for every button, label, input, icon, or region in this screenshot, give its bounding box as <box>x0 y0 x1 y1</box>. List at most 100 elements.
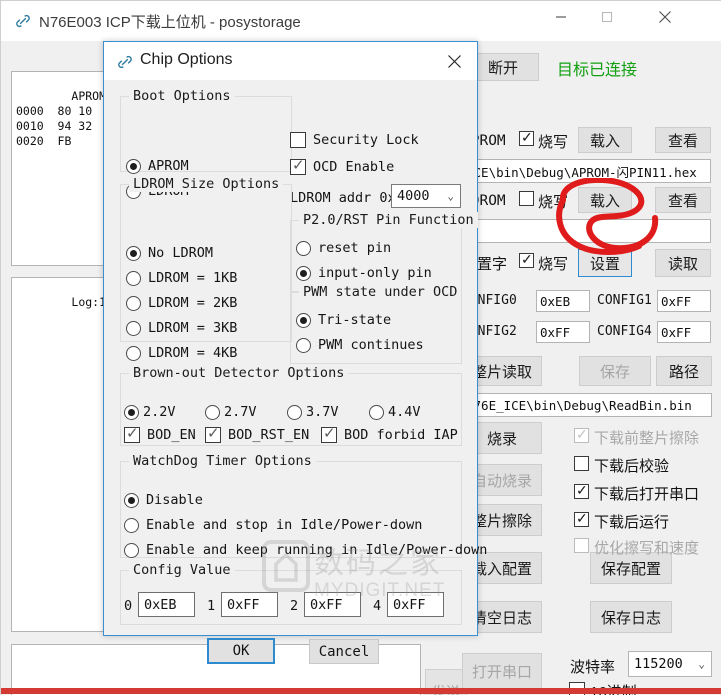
bod-rst-en-checkbox[interactable]: ✓ <box>205 425 221 443</box>
config-value-input-0[interactable]: 0xEB <box>138 592 195 617</box>
config-value-input-2[interactable]: 0xFF <box>304 592 361 617</box>
maximize-button[interactable] <box>584 1 630 33</box>
connection-status: 目标已连接 <box>557 62 638 79</box>
pin-function-title: P2.0/RST Pin Function <box>299 212 478 228</box>
radio-input-only-pin[interactable]: input-only pin <box>296 265 432 281</box>
radio-ldrom-3kb[interactable]: LDROM = 3KB <box>126 320 237 336</box>
radio-bod-3-7v[interactable]: 3.7V <box>287 404 339 420</box>
radio-wdt-stop-idle[interactable]: Enable and stop in Idle/Power-down <box>124 517 422 533</box>
option-run-after-checkbox[interactable]: ✓ <box>574 511 589 527</box>
dialog-close-button[interactable] <box>437 47 471 75</box>
bod-en-checkbox-row[interactable]: ✓ BOD_EN <box>124 425 196 443</box>
check-icon: ✓ <box>126 425 139 442</box>
cancel-button[interactable]: Cancel <box>309 639 379 664</box>
radio-indicator <box>126 295 141 311</box>
radio-reset-pin[interactable]: reset pin <box>296 240 391 256</box>
dialog-title-bar: Chip Options <box>104 42 477 80</box>
radio-ldrom-1kb[interactable]: LDROM = 1KB <box>126 270 237 286</box>
ocd-enable-checkbox-row[interactable]: ✓ OCD Enable <box>290 158 394 175</box>
option-open-serial-after-checkbox[interactable]: ✓ <box>574 483 589 499</box>
config-value-input-1[interactable]: 0xFF <box>221 592 278 617</box>
watchdog-title: WatchDog Timer Options <box>129 453 316 469</box>
aprom-load-button[interactable]: 载入 <box>578 127 632 153</box>
radio-tri-state[interactable]: Tri-state <box>296 312 391 328</box>
radio-ldrom-none[interactable]: No LDROM <box>126 245 213 261</box>
baud-rate-select[interactable]: 115200 ⌄ <box>628 651 712 677</box>
option-erase-before-label: 下载前整片擦除 <box>594 430 700 447</box>
config4-input[interactable]: 0xFF <box>657 321 711 343</box>
radio-wdt-disable[interactable]: Disable <box>124 492 203 508</box>
radio-ldrom-2kb[interactable]: LDROM = 2KB <box>126 295 237 311</box>
aprom-path-input[interactable]: ICE\bin\Debug\APROM-闪PIN11.hex <box>462 159 711 183</box>
radio-bod-2-2v[interactable]: 2.2V <box>124 404 176 420</box>
aprom-burn-label: 烧写 <box>538 134 569 151</box>
radio-indicator <box>126 245 141 261</box>
open-serial-button: 打开串口 <box>462 653 542 689</box>
config1-input[interactable]: 0xFF <box>657 290 711 312</box>
config2-input[interactable]: 0xFF <box>536 321 590 343</box>
option-verify-after-checkbox[interactable] <box>574 456 589 471</box>
config-value-index-2: 2 <box>290 598 299 614</box>
path-button[interactable]: 路径 <box>656 356 712 386</box>
readbin-path-input[interactable]: N76E_ICE\bin\Debug\ReadBin.bin <box>462 393 712 417</box>
ldrom-load-button[interactable]: 载入 <box>578 187 632 213</box>
aprom-view-button[interactable]: 查看 <box>655 127 711 153</box>
security-lock-checkbox[interactable] <box>290 132 306 148</box>
bod-forbid-iap-checkbox-row[interactable]: ✓ BOD forbid IAP <box>321 426 458 443</box>
radio-ldrom-4kb[interactable]: LDROM = 4KB <box>126 345 237 361</box>
aprom-burn-checkbox[interactable]: ✓ <box>519 130 534 146</box>
config-read-button[interactable]: 读取 <box>655 249 711 277</box>
baud-rate-value: 115200 <box>634 656 683 672</box>
close-button[interactable] <box>642 1 688 33</box>
config-set-button[interactable]: 设置 <box>578 249 632 277</box>
bod-en-label: BOD_EN <box>147 427 196 443</box>
ocd-enable-checkbox[interactable]: ✓ <box>290 158 306 175</box>
radio-indicator <box>124 542 139 558</box>
bod-rst-en-label: BOD_RST_EN <box>228 427 310 443</box>
dialog-body: Boot Options APROM LDROM Security Lock ✓… <box>104 80 487 664</box>
chevron-down-icon: ⌄ <box>698 657 705 671</box>
chevron-down-icon: ⌄ <box>447 189 454 203</box>
config0-input[interactable]: 0xEB <box>536 290 590 312</box>
radio-ldrom-2kb-label: LDROM = 2KB <box>148 295 238 311</box>
ldrom-burn-label: 烧写 <box>538 194 569 211</box>
option-run-after-label: 下载后运行 <box>594 514 670 531</box>
window-title: N76E003 ICP下载上位机 - posystorage <box>39 14 301 31</box>
radio-bod-2-7v[interactable]: 2.7V <box>205 404 257 420</box>
minimize-button[interactable] <box>538 1 584 33</box>
config-burn-checkbox[interactable]: ✓ <box>519 252 534 268</box>
ldrom-view-button[interactable]: 查看 <box>655 187 711 213</box>
radio-indicator <box>124 517 139 533</box>
baud-rate-label: 波特率 <box>570 659 616 676</box>
check-icon: ✓ <box>207 425 220 442</box>
option-open-serial-after-label: 下载后打开串口 <box>594 486 700 503</box>
radio-indicator <box>369 404 384 420</box>
option-erase-before-checkbox: ✓ <box>574 427 589 443</box>
title-bar: N76E003 ICP下载上位机 - posystorage <box>1 1 721 41</box>
radio-indicator <box>124 492 139 508</box>
radio-indicator <box>296 265 311 281</box>
save-button: 保存 <box>579 356 651 386</box>
security-lock-checkbox-row[interactable]: Security Lock <box>290 132 419 148</box>
ok-button[interactable]: OK <box>207 638 275 664</box>
save-log-button[interactable]: 保存日志 <box>590 601 672 633</box>
ldrom-burn-checkbox[interactable] <box>519 191 534 206</box>
config1-label: CONFIG1 <box>597 293 652 308</box>
bod-forbid-iap-checkbox[interactable]: ✓ <box>321 426 337 443</box>
config-value-input-4[interactable]: 0xFF <box>387 592 444 617</box>
radio-bod-2-2v-label: 2.2V <box>143 404 176 420</box>
radio-tri-state-label: Tri-state <box>318 312 392 328</box>
pin-function-group: P2.0/RST Pin Function <box>290 212 478 292</box>
radio-pwm-continues[interactable]: PWM continues <box>296 337 424 353</box>
link-icon <box>14 12 32 30</box>
bod-en-checkbox[interactable]: ✓ <box>124 425 140 443</box>
ldrom-path-input[interactable] <box>462 219 711 243</box>
ldrom-addr-select[interactable]: 4000 ⌄ <box>391 184 461 208</box>
config-value-title: Config Value <box>129 562 235 578</box>
radio-ldrom-3kb-label: LDROM = 3KB <box>148 320 238 336</box>
radio-ldrom-1kb-label: LDROM = 1KB <box>148 270 238 286</box>
bod-rst-en-checkbox-row[interactable]: ✓ BOD_RST_EN <box>205 425 310 443</box>
radio-wdt-keep-running[interactable]: Enable and keep running in Idle/Power-do… <box>124 542 487 558</box>
radio-boot-aprom[interactable]: APROM <box>126 158 189 174</box>
radio-bod-4-4v[interactable]: 4.4V <box>369 404 421 420</box>
